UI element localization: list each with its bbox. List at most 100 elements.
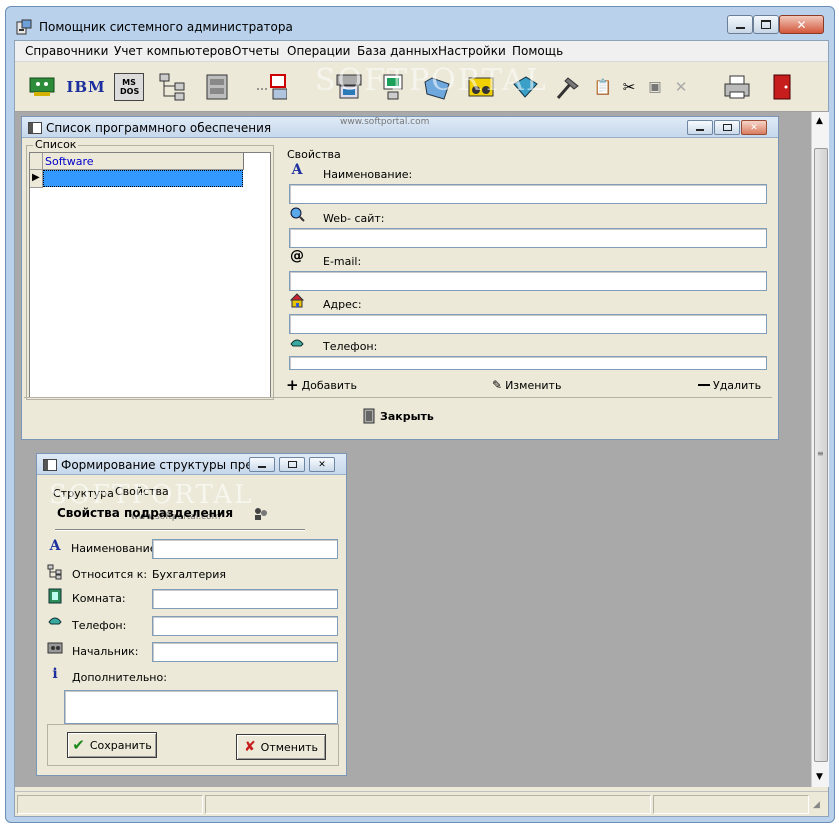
menu-computers[interactable]: Учет компьютеров [114, 44, 232, 58]
window-icon [28, 122, 42, 134]
structure-window-titlebar[interactable]: Формирование структуры пре... ✕ [37, 454, 346, 475]
dept-extra-textarea[interactable] [64, 690, 338, 724]
dept-room-input[interactable] [152, 589, 338, 609]
scroll-up-icon[interactable]: ▲ [816, 116, 823, 126]
tb-msdos-button[interactable]: MS DOS [113, 71, 145, 103]
status-panel-2 [205, 795, 651, 814]
child-minimize-button[interactable] [687, 120, 713, 135]
tb-cabinet-button[interactable] [201, 71, 233, 103]
maximize-button[interactable] [753, 15, 779, 34]
paste-icon: ▣ [648, 79, 662, 95]
sw-phone-input[interactable] [289, 356, 767, 370]
child-close-button[interactable]: ✕ [309, 457, 335, 472]
sw-email-label: E-mail: [323, 255, 362, 268]
tb-add-computer-button[interactable] [377, 71, 409, 103]
menu-settings[interactable]: Настройки [438, 44, 506, 58]
sw-add-button[interactable]: + Добавить [286, 376, 358, 394]
minimize-button[interactable] [727, 15, 753, 34]
name-a-icon: A [291, 162, 303, 178]
cancel-x-icon: ✘ [243, 739, 256, 755]
phone-icon [47, 612, 63, 628]
row-pointer-icon: ▶ [32, 172, 40, 183]
grid-row-selected[interactable] [43, 170, 243, 187]
tab-structure[interactable]: Структура [53, 487, 114, 500]
tab-properties[interactable]: Свойства [115, 485, 169, 498]
divider [24, 397, 772, 398]
tb-network-button[interactable] [27, 71, 59, 103]
menu-operations[interactable]: Операции [287, 44, 350, 58]
tb-computer-button[interactable] [333, 71, 365, 103]
sw-email-input[interactable] [289, 271, 767, 291]
info-icon: i [52, 666, 58, 682]
close-icon: ✕ [796, 17, 807, 32]
vertical-scrollbar[interactable]: ▲ ≡ ▼ [811, 112, 829, 787]
door-icon [363, 408, 375, 424]
sw-web-input[interactable] [289, 228, 767, 248]
connection-icon [257, 74, 287, 100]
menu-database[interactable]: База данных [357, 44, 438, 58]
dept-phone-input[interactable] [152, 616, 338, 636]
folder-icon [424, 77, 450, 100]
scroll-thumb[interactable]: ≡ [814, 148, 828, 762]
maximize-icon [761, 20, 771, 29]
scroll-down-icon[interactable]: ▼ [816, 772, 823, 782]
sw-address-input[interactable] [289, 314, 767, 334]
client-area: Справочники Учет компьютеров Отчеты Опер… [14, 40, 829, 817]
properties-group: Свойства A Наименование: Web- сайт: @ E-… [280, 145, 770, 374]
title-bar[interactable]: Помощник системного администратора ✕ [6, 7, 834, 37]
child-close-button[interactable]: ✕ [741, 120, 767, 135]
department-heading: Свойства подразделения [57, 506, 234, 520]
checkmark-icon: ✔ [72, 736, 85, 754]
status-bar: ◢ [15, 791, 828, 816]
mdi-workspace: Список программного обеспечения ✕ www.so… [15, 112, 811, 787]
sw-delete-button[interactable]: Удалить [698, 376, 770, 394]
tb-book-button[interactable] [509, 71, 541, 103]
dept-chief-input[interactable] [152, 642, 338, 662]
child-restore-button[interactable] [714, 120, 740, 135]
sw-close-button[interactable]: Закрыть [362, 407, 442, 425]
software-window-titlebar[interactable]: Список программного обеспечения ✕ [22, 117, 778, 138]
room-icon [47, 588, 63, 604]
tb-structure-button[interactable] [157, 71, 189, 103]
tb-delete-button[interactable]: ✕ [671, 71, 691, 103]
cancel-button[interactable]: ✘ Отменить [236, 734, 326, 760]
status-panel-1 [17, 795, 203, 814]
tree-structure-icon [159, 73, 185, 101]
pencil-icon: ✎ [492, 378, 503, 392]
close-button[interactable]: ✕ [779, 15, 824, 34]
tb-exit-button[interactable] [765, 71, 797, 103]
grid-header[interactable]: Software [43, 153, 244, 170]
file-cabinet-icon [206, 74, 228, 100]
tb-paste-button[interactable]: ▣ [645, 71, 665, 103]
window-icon [43, 459, 57, 471]
scissors-icon: ✂ [622, 78, 636, 96]
tb-tools-button[interactable] [551, 71, 583, 103]
tb-copy-button[interactable]: 📋 [593, 71, 613, 103]
menu-reports[interactable]: Отчеты [232, 44, 279, 58]
dept-name-input[interactable] [152, 539, 338, 559]
network-card-icon [29, 77, 55, 96]
dept-name-label: Наименование: [71, 542, 161, 555]
sw-name-input[interactable] [289, 184, 767, 204]
address-house-icon [289, 292, 305, 308]
menu-references[interactable]: Справочники [25, 44, 108, 58]
software-grid[interactable]: Software ▶ [29, 152, 271, 398]
heading-divider [55, 529, 305, 531]
plus-icon: + [286, 376, 299, 394]
save-button[interactable]: ✔ Сохранить [67, 732, 157, 758]
toolbar: IBM MS DOS 📋 ✂ ▣ ✕ SOFTPORTAL [15, 63, 828, 112]
tb-folder-button[interactable] [421, 71, 453, 103]
menu-help[interactable]: Помощь [512, 44, 563, 58]
delete-x-icon: ✕ [674, 78, 688, 96]
tb-connect-button[interactable] [255, 71, 287, 103]
tb-print-button[interactable] [721, 71, 753, 103]
child-restore-button[interactable] [279, 457, 305, 472]
dept-parent-label: Относится к: [72, 568, 148, 581]
child-minimize-button[interactable] [249, 457, 275, 472]
tb-cut-button[interactable]: ✂ [619, 71, 639, 103]
tb-search-button[interactable] [465, 71, 497, 103]
size-grip-icon[interactable]: ◢ [813, 800, 820, 810]
email-at-icon: @ [290, 248, 304, 264]
tb-ibm-button[interactable]: IBM [66, 71, 104, 103]
sw-edit-button[interactable]: ✎ Изменить [492, 376, 572, 394]
